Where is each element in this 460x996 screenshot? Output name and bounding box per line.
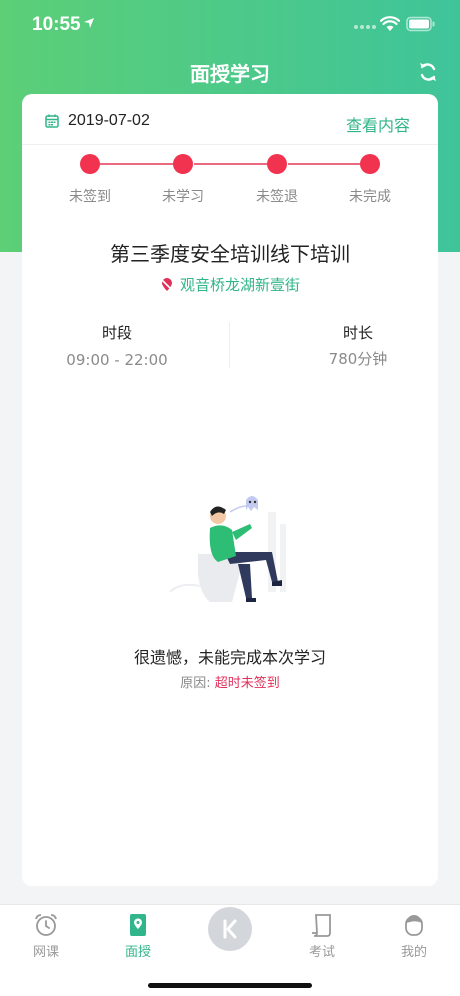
duration-value: 780分钟 bbox=[328, 350, 388, 368]
duration-block: 时长 780分钟 bbox=[231, 322, 438, 368]
refresh-icon[interactable] bbox=[416, 60, 440, 84]
date-row: 2019-07-02 bbox=[44, 112, 150, 130]
location-pin-icon bbox=[161, 277, 173, 291]
step-label: 未完成 bbox=[349, 189, 391, 205]
progress-steps: 未签到 未学习 未签退 未完成 bbox=[22, 154, 438, 214]
info-separator bbox=[229, 322, 230, 368]
location-text: 观音桥龙湖新壹街 bbox=[179, 276, 300, 294]
step-connector bbox=[194, 163, 278, 165]
reason-label: 原因: bbox=[180, 676, 211, 691]
tab-face-to-face[interactable]: 面授 bbox=[98, 911, 178, 967]
tab-label: 网课 bbox=[32, 945, 59, 960]
step-label: 未签到 bbox=[69, 189, 111, 205]
signal-icon bbox=[354, 25, 376, 29]
reason-value: 超时未签到 bbox=[214, 676, 280, 691]
center-action-button[interactable] bbox=[208, 907, 252, 951]
step-dot-study bbox=[173, 154, 193, 174]
period-label: 时段 bbox=[101, 324, 132, 342]
location-arrow-icon bbox=[84, 18, 94, 28]
wifi-icon bbox=[380, 16, 400, 31]
tab-mine[interactable]: 我的 bbox=[374, 911, 454, 967]
home-indicator bbox=[148, 983, 312, 988]
tab-label: 面授 bbox=[124, 945, 151, 960]
status-time: 10:55 bbox=[32, 14, 81, 35]
avatar-icon bbox=[405, 915, 423, 936]
view-content-link[interactable]: 查看内容 bbox=[346, 112, 410, 136]
period-block: 时段 09:00 - 22:00 bbox=[42, 322, 249, 369]
fail-reason: 原因: 超时未签到 bbox=[22, 672, 438, 691]
step-dot-complete bbox=[360, 154, 380, 174]
duration-label: 时长 bbox=[342, 324, 373, 342]
tab-exam[interactable]: 考试 bbox=[282, 911, 362, 967]
study-card: 2019-07-02 查看内容 未签到 未学习 未签退 未完成 第三季度安全培训… bbox=[22, 94, 438, 886]
course-date: 2019-07-02 bbox=[68, 112, 150, 129]
map-pin-card-icon bbox=[130, 914, 146, 936]
step-label: 未学习 bbox=[162, 189, 204, 205]
tab-label: 我的 bbox=[400, 945, 427, 960]
battery-icon bbox=[406, 16, 435, 32]
calendar-icon bbox=[45, 114, 59, 128]
fail-title: 很遗憾，未能完成本次学习 bbox=[133, 648, 326, 667]
status-bar: 10:55 bbox=[0, 0, 460, 50]
alarm-clock-icon bbox=[35, 914, 57, 936]
back-arrow-icon bbox=[223, 919, 237, 939]
tab-online-course[interactable]: 网课 bbox=[6, 911, 86, 967]
failed-study-illustration bbox=[169, 496, 286, 602]
location-row: 观音桥龙湖新壹街 bbox=[22, 274, 438, 295]
step-connector bbox=[100, 163, 184, 165]
step-label: 未签退 bbox=[256, 189, 298, 205]
divider bbox=[22, 144, 438, 145]
step-dot-checkout bbox=[267, 154, 287, 174]
course-title: 第三季度安全培训线下培训 bbox=[110, 242, 350, 266]
step-dot-checkin bbox=[80, 154, 100, 174]
tab-label: 考试 bbox=[308, 945, 335, 960]
page-title: 面授学习 bbox=[190, 62, 270, 86]
period-value: 09:00 - 22:00 bbox=[66, 351, 168, 369]
scroll-icon bbox=[312, 914, 331, 937]
